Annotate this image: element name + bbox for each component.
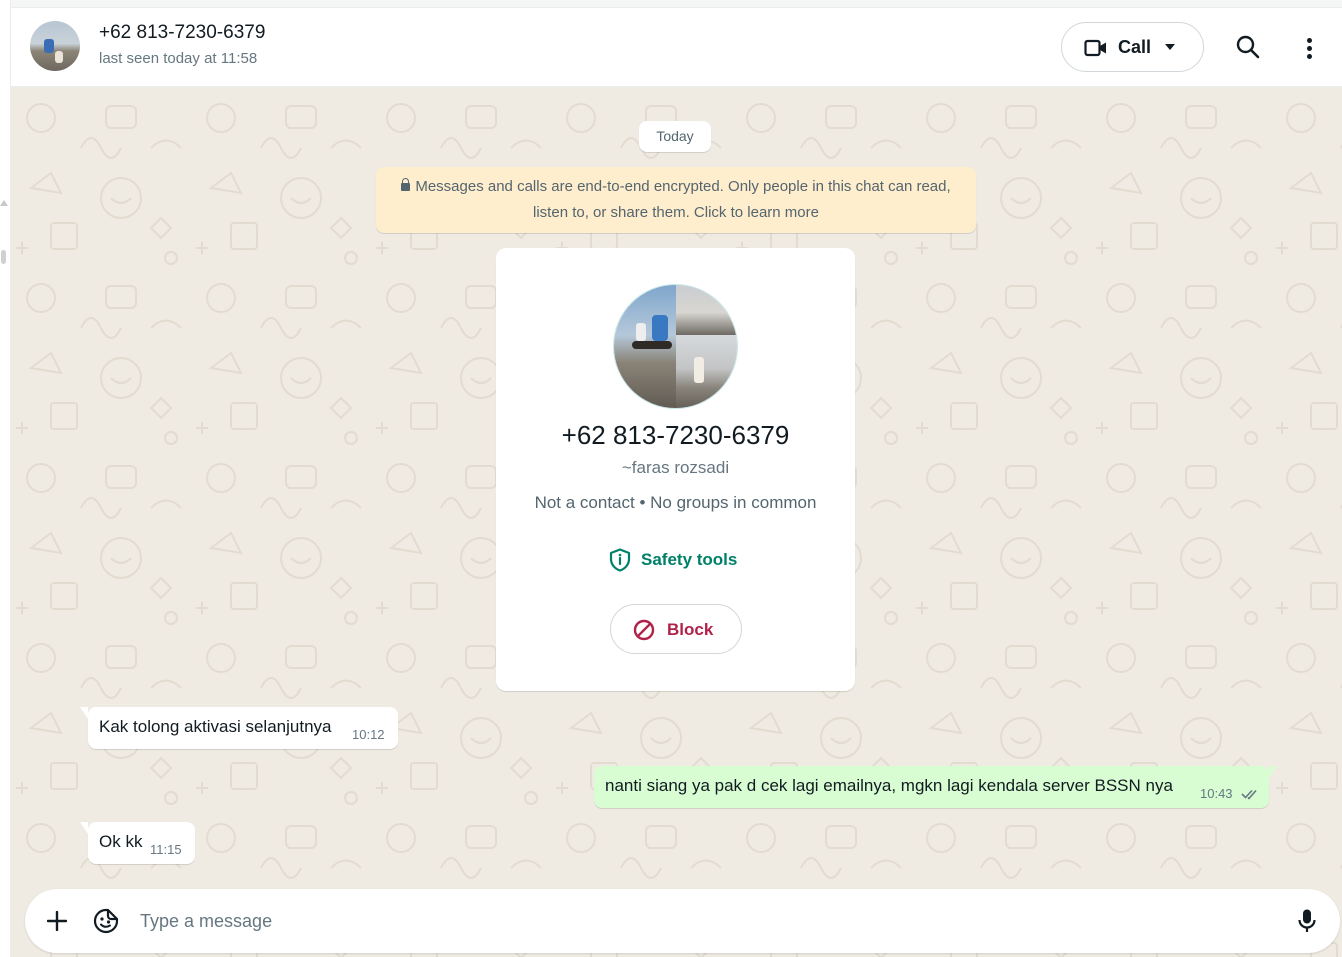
block-label: Block (667, 620, 714, 639)
photo-person (652, 315, 668, 341)
encryption-notice-text: Messages and calls are end-to-end encryp… (415, 178, 951, 221)
contact-push-name: ~faras rozsadi (621, 458, 730, 477)
message-input[interactable] (140, 903, 1270, 939)
contact-avatar[interactable] (30, 21, 80, 71)
search-icon[interactable] (1235, 34, 1261, 60)
message-text: Ok kk (99, 832, 143, 851)
contact-profile-photo[interactable] (613, 284, 738, 409)
last-seen-status: last seen today at 11:58 (99, 50, 258, 67)
photo-detail (632, 341, 672, 349)
encryption-notice[interactable]: Messages and calls are end-to-end encryp… (376, 167, 976, 233)
left-pane-edge (0, 0, 11, 957)
contact-meta: Not a contact • No groups in common (534, 493, 817, 512)
menu-dot (1307, 38, 1312, 43)
bubble-tail (1269, 766, 1277, 778)
message-outgoing[interactable]: nanti siang ya pak d cek lagi emailnya, … (594, 766, 1277, 808)
avatar-figure-small (55, 51, 63, 63)
message-time: 10:43 (1200, 786, 1233, 801)
block-icon (633, 619, 655, 641)
safety-tools-label: Safety tools (641, 550, 738, 569)
safety-tools-link[interactable]: Safety tools (609, 548, 737, 572)
call-button[interactable]: Call (1061, 22, 1204, 72)
sticker-icon[interactable] (93, 908, 119, 934)
microphone-icon[interactable] (1297, 908, 1317, 934)
avatar-figure (44, 39, 54, 53)
bubble-tail (80, 822, 88, 834)
photo-person (636, 323, 646, 341)
chat-area[interactable]: Today Messages and calls are end-to-end … (11, 88, 1342, 957)
date-divider: Today (639, 121, 711, 152)
message-incoming[interactable]: Ok kk 11:15 (80, 822, 195, 864)
photo-person (694, 357, 704, 383)
pane-resize-handle[interactable] (1, 250, 6, 264)
video-camera-icon (1084, 39, 1106, 57)
menu-dot (1307, 46, 1312, 51)
message-incoming[interactable]: Kak tolong aktivasi selanjutnya 10:12 (80, 707, 398, 749)
bubble-tail (80, 707, 88, 719)
collapse-arrow-icon[interactable] (0, 200, 8, 206)
contact-info-card: +62 813-7230-6379 ~faras rozsadi Not a c… (496, 248, 855, 691)
call-button-label: Call (1118, 37, 1152, 57)
message-time: 10:12 (352, 727, 385, 742)
window-top-strip (11, 0, 1342, 8)
photo-tile (676, 285, 737, 335)
block-button[interactable]: Block (610, 604, 742, 654)
shield-icon (609, 548, 631, 572)
photo-tile (676, 335, 737, 408)
menu-dot (1307, 54, 1312, 59)
contact-phone-number: +62 813-7230-6379 (561, 420, 790, 450)
message-composer (25, 889, 1340, 953)
chevron-down-icon[interactable] (1165, 44, 1175, 50)
more-vertical-icon[interactable] (1299, 34, 1319, 62)
double-check-icon (1241, 789, 1257, 800)
contact-title[interactable]: +62 813-7230-6379 (99, 22, 265, 44)
message-text: nanti siang ya pak d cek lagi emailnya, … (605, 776, 1173, 795)
message-text: Kak tolong aktivasi selanjutnya (99, 717, 332, 736)
message-time: 11:15 (150, 842, 182, 857)
chat-header: +62 813-7230-6379 last seen today at 11:… (11, 8, 1342, 87)
plus-icon[interactable] (47, 911, 67, 931)
lock-icon (401, 178, 411, 191)
